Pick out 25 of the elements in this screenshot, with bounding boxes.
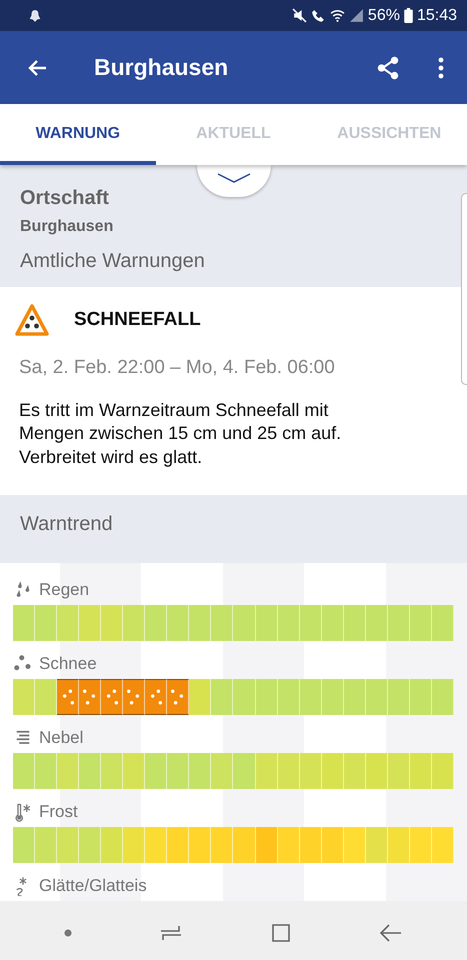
location-name: Burghausen — [20, 218, 114, 236]
snow-warning-icon — [14, 303, 50, 337]
row-label: Regen — [39, 580, 90, 600]
row-label: Frost — [39, 802, 78, 822]
expand-handle[interactable] — [197, 165, 271, 197]
row-label: Glätte/Glatteis — [39, 876, 147, 896]
screen-title: Burghausen — [94, 54, 230, 81]
phone-icon — [310, 8, 326, 23]
wifi-icon — [330, 8, 345, 23]
section-heading: Amtliche Warnungen — [20, 250, 206, 273]
tab[interactable]: AKTUELL — [156, 104, 312, 165]
section-heading: Warntrend — [20, 513, 114, 536]
signal-icon — [348, 8, 364, 23]
thermometer-snowflake-icon — [13, 802, 33, 822]
section-heading: Ortschaft — [20, 187, 110, 210]
row-label: Nebel — [39, 728, 84, 748]
warning-title: SCHNEEFALL — [74, 309, 201, 331]
battery-percentage: 56% — [368, 6, 400, 24]
mute-icon — [292, 8, 307, 23]
warning-period: Sa, 2. Feb. 22:00 – Mo, 4. Feb. 06:00 — [19, 357, 336, 379]
warning-text: Es tritt im Warnzeitraum Schneefall mit Mengen zwischen 15 cm und 25 cm auf. Verbreitet wird es glatt. — [19, 399, 342, 469]
clock: 15:43 — [416, 6, 457, 24]
battery-icon — [404, 8, 413, 23]
tab[interactable]: AUSSICHTEN — [311, 104, 467, 165]
row-label: Schnee — [39, 654, 97, 674]
